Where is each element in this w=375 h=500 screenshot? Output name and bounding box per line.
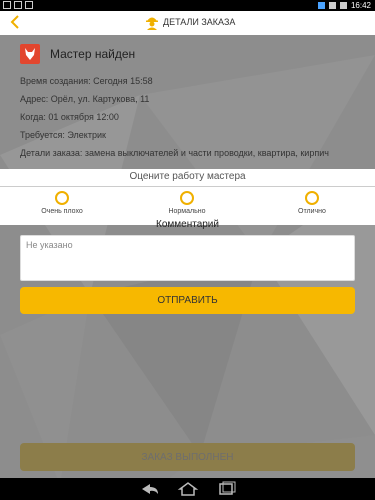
signal-icon <box>328 2 336 9</box>
rating-label-bad: Очень плохо <box>41 208 83 215</box>
worker-icon <box>146 17 158 30</box>
order-done-button[interactable]: ЗАКАЗ ВЫПОЛНЕН <box>20 443 355 471</box>
order-status-title: Мастер найден <box>50 47 136 61</box>
comment-input[interactable] <box>20 235 355 281</box>
navigation-bar <box>0 478 375 500</box>
comment-title: Комментарий <box>156 219 219 230</box>
home-nav-icon[interactable] <box>176 481 200 497</box>
master-badge <box>20 44 40 64</box>
status-bar: 16:42 <box>0 0 375 11</box>
back-button[interactable] <box>6 14 24 32</box>
rating-radio-bad[interactable] <box>55 191 69 205</box>
status-time: 16:42 <box>350 1 371 10</box>
image-notification-icon <box>14 1 22 9</box>
order-address: Адрес: Орёл, ул. Картукова, 11 <box>20 94 150 104</box>
app-header: ДЕТАЛИ ЗАКАЗА <box>0 11 375 35</box>
rating-title: Оцените работу мастера <box>129 171 246 182</box>
send-button[interactable]: ОТПРАВИТЬ <box>20 287 355 314</box>
rating-option-excellent[interactable]: Отлично <box>262 191 362 215</box>
fox-icon <box>25 48 35 60</box>
wifi-icon <box>317 2 325 9</box>
rating-radio-normal[interactable] <box>180 191 194 205</box>
order-when: Когда: 01 октября 12:00 <box>20 112 119 122</box>
rating-panel: Оцените работу мастера Очень плохо Норма… <box>0 169 375 225</box>
order-created: Время создания: Сегодня 15:58 <box>20 76 153 86</box>
page-title: ДЕТАЛИ ЗАКАЗА <box>163 17 236 27</box>
recent-apps-icon[interactable] <box>214 481 238 497</box>
app-notification-icon <box>3 1 11 9</box>
order-card: Мастер найден Время создания: Сегодня 15… <box>20 40 360 158</box>
battery-icon <box>339 2 347 9</box>
notification-icons <box>3 1 33 9</box>
rating-radio-excellent[interactable] <box>305 191 319 205</box>
chevron-left-icon <box>10 15 19 29</box>
order-required: Требуется: Электрик <box>20 130 106 140</box>
mail-notification-icon <box>25 1 33 9</box>
rating-label-excellent: Отлично <box>298 208 326 215</box>
rating-option-normal[interactable]: Нормально <box>137 191 237 215</box>
rating-label-normal: Нормально <box>168 208 206 215</box>
rating-option-bad[interactable]: Очень плохо <box>12 191 112 215</box>
order-details-text: Детали заказа: замена выключателей и час… <box>20 148 329 158</box>
back-nav-icon[interactable] <box>138 481 162 497</box>
rating-divider <box>0 186 375 187</box>
